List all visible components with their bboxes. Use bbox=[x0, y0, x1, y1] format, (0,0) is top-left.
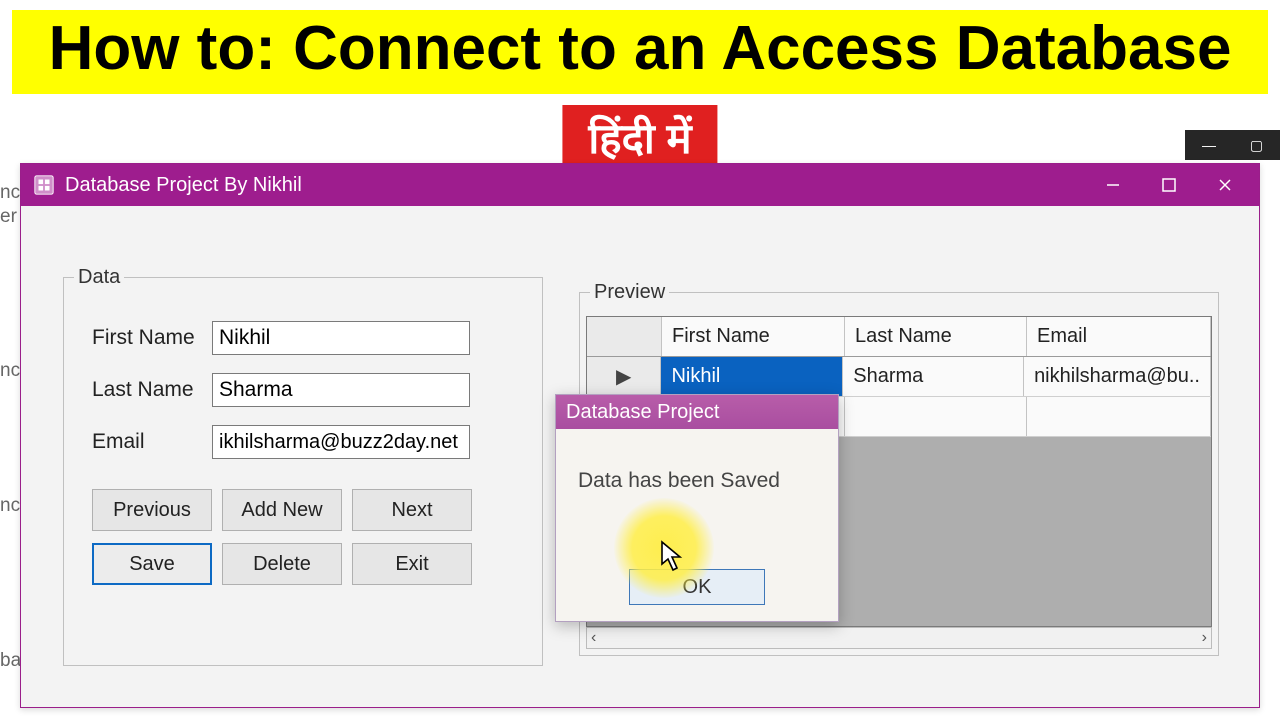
delete-button[interactable]: Delete bbox=[222, 543, 342, 585]
scroll-left-icon[interactable]: ‹ bbox=[591, 629, 596, 647]
first-name-label: First Name bbox=[92, 326, 212, 350]
bg-text: nc bbox=[0, 495, 20, 517]
column-email[interactable]: Email bbox=[1027, 317, 1211, 356]
last-name-input[interactable] bbox=[212, 373, 470, 407]
column-first-name[interactable]: First Name bbox=[662, 317, 845, 356]
minimize-button[interactable] bbox=[1085, 164, 1141, 206]
email-label: Email bbox=[92, 430, 212, 454]
next-button[interactable]: Next bbox=[352, 489, 472, 531]
previous-button[interactable]: Previous bbox=[92, 489, 212, 531]
scroll-right-icon[interactable]: › bbox=[1202, 629, 1207, 647]
banner-main: How to: Connect to an Access Database bbox=[12, 10, 1268, 94]
cell-first-name[interactable]: Nikhil bbox=[661, 357, 843, 396]
data-groupbox-label: Data bbox=[74, 266, 124, 289]
horizontal-scrollbar[interactable]: ‹ › bbox=[586, 627, 1212, 649]
messagebox-title[interactable]: Database Project bbox=[556, 395, 838, 429]
data-groupbox: Data First Name Last Name Email Previous… bbox=[63, 266, 543, 666]
table-row[interactable]: ▶ Nikhil Sharma nikhilsharma@bu.. bbox=[587, 357, 1211, 397]
cell-empty[interactable] bbox=[1027, 397, 1211, 436]
column-last-name[interactable]: Last Name bbox=[845, 317, 1027, 356]
app-icon bbox=[33, 174, 55, 196]
bg-text: nc bbox=[0, 360, 20, 382]
email-input[interactable] bbox=[212, 425, 470, 459]
bg-text: er bbox=[0, 206, 17, 228]
maximize-icon: ▢ bbox=[1250, 137, 1263, 154]
maximize-button[interactable] bbox=[1141, 164, 1197, 206]
add-new-button[interactable]: Add New bbox=[222, 489, 342, 531]
minimize-icon: — bbox=[1202, 137, 1216, 153]
messagebox: Database Project Data has been Saved OK bbox=[555, 394, 839, 622]
first-name-input[interactable] bbox=[212, 321, 470, 355]
datagrid-header: First Name Last Name Email bbox=[587, 317, 1211, 357]
titlebar[interactable]: Database Project By Nikhil bbox=[21, 164, 1259, 206]
bg-text: ba bbox=[0, 650, 21, 672]
cell-last-name[interactable]: Sharma bbox=[843, 357, 1024, 396]
preview-groupbox-label: Preview bbox=[590, 281, 669, 304]
cell-email[interactable]: nikhilsharma@bu.. bbox=[1024, 357, 1211, 396]
cell-empty[interactable] bbox=[845, 397, 1027, 436]
last-name-label: Last Name bbox=[92, 378, 212, 402]
close-button[interactable] bbox=[1197, 164, 1253, 206]
row-indicator-icon: ▶ bbox=[587, 357, 661, 396]
datagrid-corner bbox=[587, 317, 662, 356]
window-title: Database Project By Nikhil bbox=[65, 174, 1085, 197]
messagebox-message: Data has been Saved bbox=[556, 429, 838, 493]
ok-button[interactable]: OK bbox=[629, 569, 765, 605]
bg-text: nc bbox=[0, 182, 20, 204]
exit-button[interactable]: Exit bbox=[352, 543, 472, 585]
save-button[interactable]: Save bbox=[92, 543, 212, 585]
background-window-controls: — ▢ bbox=[1185, 130, 1280, 160]
